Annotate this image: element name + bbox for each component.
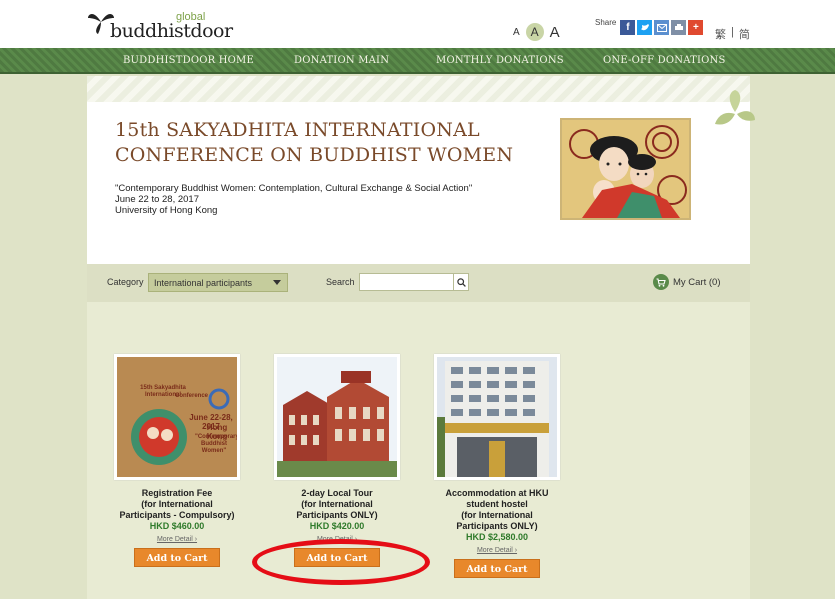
search-input[interactable]	[359, 273, 454, 291]
site-logo[interactable]: buddhistdoor global	[86, 6, 233, 42]
share-label: Share	[595, 18, 617, 27]
nav-one-off-donations[interactable]: ONE-OFF DONATIONS	[603, 55, 726, 66]
category-label: Category	[107, 277, 144, 287]
brand-sub: global	[176, 11, 206, 23]
event-title: 15th SAKYADHITA INTERNATIONAL CONFERENCE…	[115, 118, 535, 168]
product-card-accommodation: Accommodation at HKU student hostel (for…	[432, 354, 562, 578]
product-name-line: 2-day Local Tour	[301, 488, 373, 498]
language-switcher: 繁 | 简	[715, 26, 750, 42]
cart-label: My Cart (0)	[673, 276, 721, 288]
brand-name: buddhistdoor	[110, 20, 233, 42]
event-dates: June 22 to 28, 2017	[115, 194, 199, 205]
product-name[interactable]: Registration Fee (for International Part…	[112, 488, 242, 521]
product-name-line: Registration Fee	[141, 488, 213, 498]
more-detail-link[interactable]: More Detail ›	[112, 535, 242, 544]
product-card-local-tour: 2-day Local Tour (for International Part…	[272, 354, 402, 567]
product-card-registration: 15th Sakyadhita International Conference…	[112, 354, 242, 567]
search-icon[interactable]	[453, 273, 469, 291]
product-image-accommodation[interactable]	[434, 354, 560, 480]
category-value: International participants	[154, 278, 253, 288]
search-label: Search	[326, 277, 355, 287]
product-name[interactable]: Accommodation at HKU student hostel (for…	[432, 488, 562, 532]
font-large-button[interactable]: A	[550, 24, 560, 41]
product-name[interactable]: 2-day Local Tour (for International Part…	[272, 488, 402, 521]
nav-donation-main[interactable]: DONATION MAIN	[294, 55, 389, 66]
product-name-line: (for International	[141, 499, 213, 509]
font-small-button[interactable]: A	[513, 27, 520, 38]
product-name-line: (for International	[301, 499, 373, 509]
chevron-down-icon	[273, 280, 281, 285]
font-size-control: A A A	[513, 22, 560, 42]
add-to-cart-button[interactable]: Add to Cart	[134, 548, 220, 567]
product-name-line: Accommodation at HKU	[445, 488, 549, 498]
product-name-line: Participants ONLY)	[456, 521, 538, 531]
thumb-line-2: Conference	[175, 393, 209, 399]
hero-pattern	[87, 76, 750, 102]
product-price: HKD $420.00	[309, 521, 365, 531]
share-bar: Share f +	[595, 18, 704, 35]
product-name-line: student hostel	[466, 499, 528, 509]
product-name-line: Participants - Compulsory)	[119, 510, 235, 520]
leaf-decoration-icon	[715, 90, 755, 125]
nav-monthly-donations[interactable]: MONTHLY DONATIONS	[436, 55, 564, 66]
lang-separator: |	[731, 26, 734, 38]
email-icon[interactable]	[654, 20, 670, 35]
category-dropdown[interactable]: International participants	[148, 273, 288, 292]
lang-simplified[interactable]: 简	[739, 26, 750, 42]
more-share-icon[interactable]: +	[688, 20, 704, 35]
filter-bar: Category International participants Sear…	[87, 264, 750, 302]
event-illustration	[560, 118, 691, 220]
event-hero: 15th SAKYADHITA INTERNATIONAL CONFERENCE…	[87, 76, 755, 264]
my-cart-link[interactable]: My Cart (0)	[653, 274, 721, 290]
product-name-line: Participants ONLY)	[296, 510, 378, 520]
thumb-line-6: Buddhist Women"	[201, 441, 227, 454]
product-image-registration[interactable]: 15th Sakyadhita International Conference…	[114, 354, 240, 480]
product-name-line: (for International	[461, 510, 533, 520]
add-to-cart-button[interactable]: Add to Cart	[454, 559, 540, 578]
cart-icon	[653, 274, 669, 290]
event-title-line1: 15th SAKYADHITA INTERNATIONAL	[115, 119, 480, 141]
site-header: buddhistdoor global A A A Share f + 繁 | …	[0, 0, 835, 48]
product-image-local-tour[interactable]	[274, 354, 400, 480]
facebook-icon[interactable]: f	[620, 20, 636, 35]
thumb-line-5: "Contemporary	[195, 434, 239, 440]
product-price: HKD $2,580.00	[465, 532, 529, 542]
highlight-ring	[252, 539, 430, 585]
twitter-icon[interactable]	[637, 20, 653, 35]
event-details: "Contemporary Buddhist Women: Contemplat…	[115, 183, 472, 216]
main-nav: BUDDHISTDOOR HOME DONATION MAIN MONTHLY …	[0, 48, 835, 74]
event-subtitle: "Contemporary Buddhist Women: Contemplat…	[115, 183, 473, 194]
more-detail-link[interactable]: More Detail ›	[432, 546, 562, 555]
product-price: HKD $460.00	[149, 521, 205, 531]
event-title-line2: CONFERENCE ON BUDDHIST WOMEN	[115, 144, 514, 166]
print-icon[interactable]	[671, 20, 687, 35]
nav-buddhistdoor-home[interactable]: BUDDHISTDOOR HOME	[123, 55, 254, 66]
lang-traditional[interactable]: 繁	[715, 26, 726, 42]
event-venue: University of Hong Kong	[115, 205, 218, 216]
main-content: 15th SAKYADHITA INTERNATIONAL CONFERENCE…	[87, 76, 755, 599]
font-medium-button[interactable]: A	[525, 23, 544, 41]
